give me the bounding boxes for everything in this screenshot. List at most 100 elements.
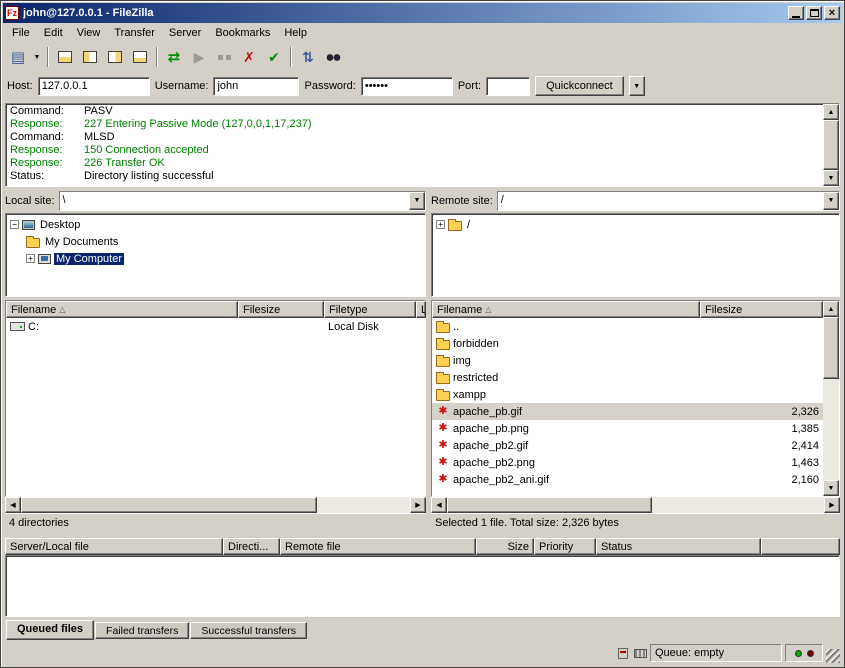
username-input[interactable] — [213, 77, 299, 96]
filename-cell[interactable]: ✱apache_pb2.gif — [432, 440, 700, 452]
tree-item-label[interactable]: Desktop — [38, 219, 82, 231]
remote-row-folder[interactable]: restricted — [432, 369, 823, 386]
local-row-c-drive[interactable]: C: Local Disk — [6, 318, 425, 335]
column-header-status[interactable]: Status — [596, 538, 761, 555]
remote-row-file-selected[interactable]: ✱apache_pb.gif2,326 — [432, 403, 823, 420]
remote-row-folder[interactable]: img — [432, 352, 823, 369]
queue-body[interactable] — [5, 555, 840, 617]
local-horizontal-scrollbar[interactable]: ◀ ▶ — [5, 497, 426, 513]
tree-item-desktop[interactable]: − Desktop — [6, 216, 425, 233]
filename-cell[interactable]: .. — [432, 321, 700, 333]
local-site-dropdown-button[interactable]: ▼ — [409, 192, 425, 210]
port-input[interactable] — [486, 77, 530, 96]
close-button[interactable]: × — [824, 6, 840, 20]
scroll-right-button[interactable]: ▶ — [410, 497, 426, 513]
disconnect-button[interactable] — [212, 45, 236, 69]
host-input[interactable] — [38, 77, 150, 96]
filename-cell[interactable]: xampp — [432, 389, 700, 401]
tab-queued-files[interactable]: Queued files — [6, 620, 94, 640]
scrollbar-thumb[interactable] — [823, 120, 839, 170]
process-queue-button[interactable]: ▶ — [187, 45, 211, 69]
scroll-up-button[interactable]: ▲ — [823, 104, 839, 120]
remote-row-file[interactable]: ✱apache_pb2_ani.gif2,160 — [432, 471, 823, 488]
scrollbar-thumb[interactable] — [21, 497, 317, 513]
menu-edit[interactable]: Edit — [37, 25, 70, 41]
remote-row-folder[interactable]: forbidden — [432, 335, 823, 352]
toggle-transfer-queue-button[interactable] — [128, 45, 152, 69]
remote-site-dropdown-button[interactable]: ▼ — [823, 192, 839, 210]
quickconnect-button[interactable]: Quickconnect — [535, 76, 624, 96]
log-vertical-scrollbar[interactable]: ▲ ▼ — [823, 104, 839, 186]
site-manager-dropdown-button[interactable]: ▼ — [31, 45, 43, 69]
menu-server[interactable]: Server — [162, 25, 208, 41]
tab-failed-transfers[interactable]: Failed transfers — [95, 622, 189, 639]
filename-cell[interactable]: ✱apache_pb.gif — [432, 406, 700, 418]
menu-view[interactable]: View — [70, 25, 108, 41]
filename-cell[interactable]: C: — [6, 321, 238, 333]
menu-bookmarks[interactable]: Bookmarks — [208, 25, 277, 41]
remote-row-parent[interactable]: .. — [432, 318, 823, 335]
site-manager-button[interactable]: ▤ — [6, 45, 30, 69]
remote-vertical-scrollbar[interactable]: ▲ ▼ — [823, 301, 839, 496]
scrollbar-track[interactable] — [823, 379, 839, 480]
synchronized-browsing-button[interactable]: ⇅ — [296, 45, 320, 69]
menu-help[interactable]: Help — [277, 25, 314, 41]
remote-row-file[interactable]: ✱apache_pb2.png1,463 — [432, 454, 823, 471]
tree-item-my-computer[interactable]: + My Computer — [6, 250, 425, 267]
column-header-filename[interactable]: Filename△ — [432, 301, 700, 318]
remote-horizontal-scrollbar[interactable]: ◀ ▶ — [431, 497, 840, 513]
toggle-message-log-button[interactable] — [53, 45, 77, 69]
maximize-button[interactable] — [806, 6, 822, 20]
tab-successful-transfers[interactable]: Successful transfers — [190, 622, 307, 639]
tree-item-label[interactable]: My Documents — [43, 236, 120, 248]
scrollbar-thumb[interactable] — [823, 317, 839, 379]
password-input[interactable] — [361, 77, 453, 96]
tree-item-label[interactable]: / — [465, 219, 472, 231]
local-site-value[interactable]: \ — [60, 192, 409, 210]
expanded-icon[interactable]: − — [10, 220, 19, 229]
column-header-priority[interactable]: Priority — [534, 538, 596, 555]
local-site-combo[interactable]: \ ▼ — [59, 191, 426, 211]
column-header-filename[interactable]: Filename△ — [6, 301, 238, 318]
tree-item-my-documents[interactable]: My Documents — [6, 233, 425, 250]
menu-transfer[interactable]: Transfer — [107, 25, 162, 41]
filename-cell[interactable]: ✱apache_pb2_ani.gif — [432, 474, 700, 486]
filezilla-logo-icon[interactable]: Fz — [5, 6, 19, 20]
column-header-filetype[interactable]: Filetype — [324, 301, 416, 318]
filename-cell[interactable]: ✱apache_pb.png — [432, 423, 700, 435]
scroll-right-button[interactable]: ▶ — [824, 497, 840, 513]
remote-row-folder[interactable]: xampp — [432, 386, 823, 403]
column-header-server-local-file[interactable]: Server/Local file — [5, 538, 223, 555]
remote-row-file[interactable]: ✱apache_pb2.gif2,414 — [432, 437, 823, 454]
cancel-button[interactable]: ✗ — [237, 45, 261, 69]
minimize-button[interactable] — [788, 6, 804, 20]
remote-site-combo[interactable]: / ▼ — [497, 191, 840, 211]
filename-cell[interactable]: restricted — [432, 372, 700, 384]
quickconnect-dropdown-button[interactable]: ▼ — [629, 76, 645, 96]
collapsed-icon[interactable]: + — [436, 220, 445, 229]
collapsed-icon[interactable]: + — [26, 254, 35, 263]
tree-item-label-selected[interactable]: My Computer — [54, 253, 124, 265]
scrollbar-track[interactable] — [317, 497, 410, 513]
column-header-filesize[interactable]: Filesize — [238, 301, 324, 318]
filename-cell[interactable]: ✱apache_pb2.png — [432, 457, 700, 469]
toggle-remote-tree-button[interactable] — [103, 45, 127, 69]
refresh-button[interactable]: ⇄ — [162, 45, 186, 69]
titlebar[interactable]: Fz john@127.0.0.1 - FileZilla × — [3, 3, 842, 23]
resize-grip[interactable] — [826, 649, 840, 663]
scroll-left-button[interactable]: ◀ — [5, 497, 21, 513]
column-header-filesize[interactable]: Filesize — [700, 301, 823, 318]
keypad-icon[interactable] — [633, 646, 647, 660]
remote-row-file[interactable]: ✱apache_pb.png1,385 — [432, 420, 823, 437]
filename-cell[interactable]: forbidden — [432, 338, 700, 350]
filename-cell[interactable]: img — [432, 355, 700, 367]
find-files-button[interactable] — [321, 45, 345, 69]
column-header-size[interactable]: Size — [476, 538, 534, 555]
scroll-down-button[interactable]: ▼ — [823, 170, 839, 186]
column-header-remote-file[interactable]: Remote file — [280, 538, 476, 555]
toggle-local-tree-button[interactable] — [78, 45, 102, 69]
scrollbar-thumb[interactable] — [447, 497, 652, 513]
menu-file[interactable]: File — [5, 25, 37, 41]
scroll-down-button[interactable]: ▼ — [823, 480, 839, 496]
remote-site-value[interactable]: / — [498, 192, 823, 210]
